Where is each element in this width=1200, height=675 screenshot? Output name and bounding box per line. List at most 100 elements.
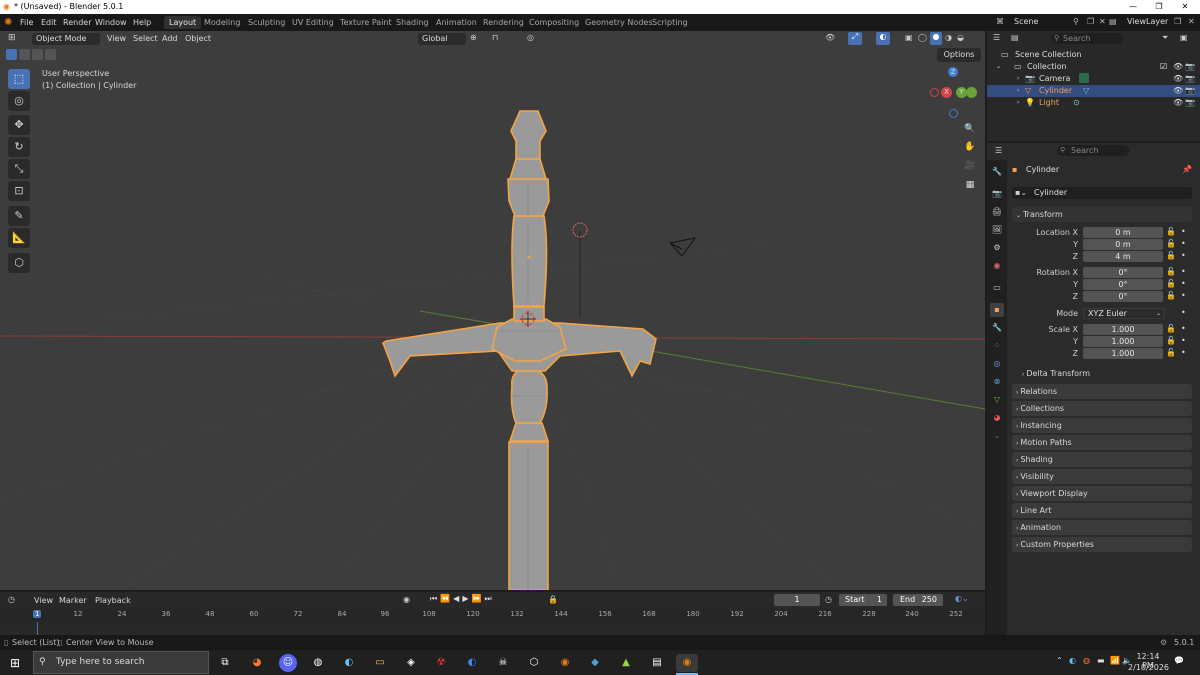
keyframe-dot-icon[interactable]: • (1181, 251, 1186, 260)
network-icon[interactable]: 📶 (1110, 656, 1120, 665)
lock-icon[interactable]: 🔓 (1166, 239, 1176, 248)
object-data-field[interactable]: ▪⌄ Cylinder (1012, 187, 1192, 199)
pin-icon[interactable]: 📌 (1182, 165, 1192, 174)
expand-arrow-icon[interactable]: › (1017, 73, 1019, 85)
new-collection-icon[interactable]: ▣ (1180, 33, 1188, 42)
cursor-tool[interactable]: ◎ (8, 91, 30, 111)
gizmo-x-negative-icon[interactable] (930, 88, 939, 97)
viewport-menu-select[interactable]: Select (133, 33, 158, 45)
workspace-tab-layout[interactable]: Layout (164, 16, 202, 29)
transform-panel-header[interactable]: ⌄ Transform (1012, 207, 1192, 222)
gizmo-y-positive-icon[interactable] (966, 87, 977, 98)
keyframe-dot-icon[interactable]: • (1181, 308, 1186, 317)
jump-keyframe-back-icon[interactable]: ⏪ (440, 594, 453, 603)
scale-tool[interactable]: ⤡ (8, 159, 30, 179)
taskbar-search-input[interactable]: ⚲ Type here to search (33, 651, 209, 674)
pan-hand-icon[interactable]: ✋ (962, 139, 978, 155)
instancing-panel[interactable]: › Instancing (1012, 418, 1192, 433)
3d-viewport[interactable]: ⊞ Object Mode View Select Add Object Glo… (0, 31, 985, 590)
delta-transform-subpanel[interactable]: › Delta Transform (1022, 367, 1187, 380)
navigation-gizmo[interactable]: Z Y X (926, 67, 982, 123)
gizmo-z-negative-icon[interactable] (949, 109, 958, 118)
tray-app-icon[interactable]: ◍ (1083, 656, 1090, 665)
scale-z-field[interactable]: 1.000 (1083, 348, 1163, 359)
menu-window[interactable]: Window (92, 17, 130, 29)
timeline-menu-view[interactable]: View (34, 596, 53, 605)
gizmo-z-axis[interactable]: Z (948, 67, 958, 77)
outliner-row-collection[interactable]: ⌄ ▭ Collection ☑ 👁 📷 (987, 61, 1200, 73)
keyframe-dot-icon[interactable]: • (1181, 348, 1186, 357)
workspace-tab-animation[interactable]: Animation (431, 16, 482, 29)
timeline-menu-playback[interactable]: Playback (95, 596, 131, 605)
start-frame-field[interactable]: Start 1 (839, 594, 887, 606)
jump-start-icon[interactable]: ⏮ (430, 594, 440, 603)
animation-panel[interactable]: › Animation (1012, 520, 1192, 535)
new-scene-icon[interactable]: ❐ (1087, 17, 1094, 26)
light-visibility-icon[interactable]: 👁 (1173, 97, 1183, 109)
rendered-shading-icon[interactable]: ◒ (957, 33, 964, 42)
end-frame-field[interactable]: End 250 (893, 594, 943, 606)
expand-arrow-icon[interactable]: › (1017, 85, 1019, 97)
maximize-button[interactable]: ❐ (1146, 0, 1172, 14)
discord-icon[interactable]: ☺ (279, 654, 297, 672)
workspace-tab-texture-paint[interactable]: Texture Paint (335, 16, 397, 29)
windows-start-icon[interactable]: ⊞ (6, 654, 24, 672)
material-shading-icon[interactable]: ◑ (945, 33, 952, 42)
show-hidden-icons-icon[interactable]: ⌃ (1056, 656, 1063, 665)
viewport-menu-add[interactable]: Add (162, 33, 178, 45)
outliner-row-scene-collection[interactable]: ▭ Scene Collection (987, 49, 1200, 61)
shading-panel[interactable]: › Shading (1012, 452, 1192, 467)
app-icon[interactable]: ☢ (432, 654, 450, 672)
clock-icon[interactable]: ◷ (825, 595, 832, 604)
options-button[interactable]: Options (937, 48, 981, 62)
visibility-icon[interactable]: 👁 (825, 33, 835, 42)
rotation-mode-dropdown[interactable]: XYZ Euler ⌄ (1083, 308, 1165, 319)
tabs-more-icon[interactable]: ⌄ (990, 429, 1004, 443)
lock-icon[interactable]: 🔓 (1166, 324, 1176, 333)
blender-icon[interactable]: ◉ (556, 654, 574, 672)
render-tab-icon[interactable]: 📷 (990, 187, 1004, 201)
overlay-toggle-icon[interactable]: ◐ (876, 32, 890, 45)
pivot-icon[interactable]: ⊕ (470, 33, 477, 42)
perspective-toggle-icon[interactable]: ▦ (962, 177, 978, 193)
jump-end-icon[interactable]: ⏭ (484, 594, 494, 603)
minimize-button[interactable]: — (1120, 0, 1146, 14)
app-icon[interactable]: ▤ (648, 654, 666, 672)
menu-file[interactable]: File (17, 17, 36, 29)
select-intersect-icon[interactable] (45, 49, 56, 60)
frame-ruler[interactable]: 1 12 24 36 48 60 72 84 96 108 120 132 14… (0, 610, 985, 622)
scale-y-field[interactable]: 1.000 (1083, 336, 1163, 347)
gizmo-toggle-icon[interactable]: ⤢ (848, 32, 862, 45)
pin-icon[interactable]: ⚲ (1073, 17, 1079, 26)
lock-icon[interactable]: 🔓 (1166, 279, 1176, 288)
menu-render[interactable]: Render (60, 17, 94, 29)
select-box-tool[interactable]: ⬚ (8, 69, 30, 89)
timeline-editor-icon[interactable]: ◷ (8, 595, 15, 604)
orientation-dropdown[interactable]: Global (418, 33, 466, 45)
collections-panel[interactable]: › Collections (1012, 401, 1192, 416)
camera-visibility-icon[interactable]: 👁 (1173, 73, 1183, 85)
rotation-y-field[interactable]: 0° (1083, 279, 1163, 290)
output-tab-icon[interactable]: 🖨 (990, 205, 1004, 219)
rotation-x-field[interactable]: 0° (1083, 267, 1163, 278)
cylinder-mesh[interactable] (382, 110, 657, 590)
cylinder-render-icon[interactable]: 📷 (1185, 85, 1195, 97)
outliner-row-camera[interactable]: › 📷 Camera 👁 📷 (987, 73, 1200, 85)
solid-shading-icon[interactable]: ● (930, 32, 942, 45)
outliner-row-light[interactable]: › 💡 Light ⊙ 👁 📷 (987, 97, 1200, 109)
camera-view-icon[interactable]: 🎥 (962, 158, 978, 174)
expand-arrow-icon[interactable]: › (1017, 97, 1019, 109)
rotate-tool[interactable]: ↻ (8, 137, 30, 157)
line-art-panel[interactable]: › Line Art (1012, 503, 1192, 518)
lock-icon[interactable]: 🔓 (1166, 348, 1176, 357)
motion-paths-panel[interactable]: › Motion Paths (1012, 435, 1192, 450)
keyframe-dot-icon[interactable]: • (1181, 227, 1186, 236)
scale-x-field[interactable]: 1.000 (1083, 324, 1163, 335)
outliner-editor-icon[interactable]: ☰ (993, 33, 1000, 42)
display-mode-icon[interactable]: ▤ (1011, 33, 1019, 42)
tray-steam-icon[interactable]: ◐ (1069, 656, 1076, 665)
workspace-tab-scripting[interactable]: Scripting (647, 16, 693, 29)
keyframe-dot-icon[interactable]: • (1181, 336, 1186, 345)
workspace-tab-compositing[interactable]: Compositing (524, 16, 584, 29)
keyframe-dot-icon[interactable]: • (1181, 239, 1186, 248)
